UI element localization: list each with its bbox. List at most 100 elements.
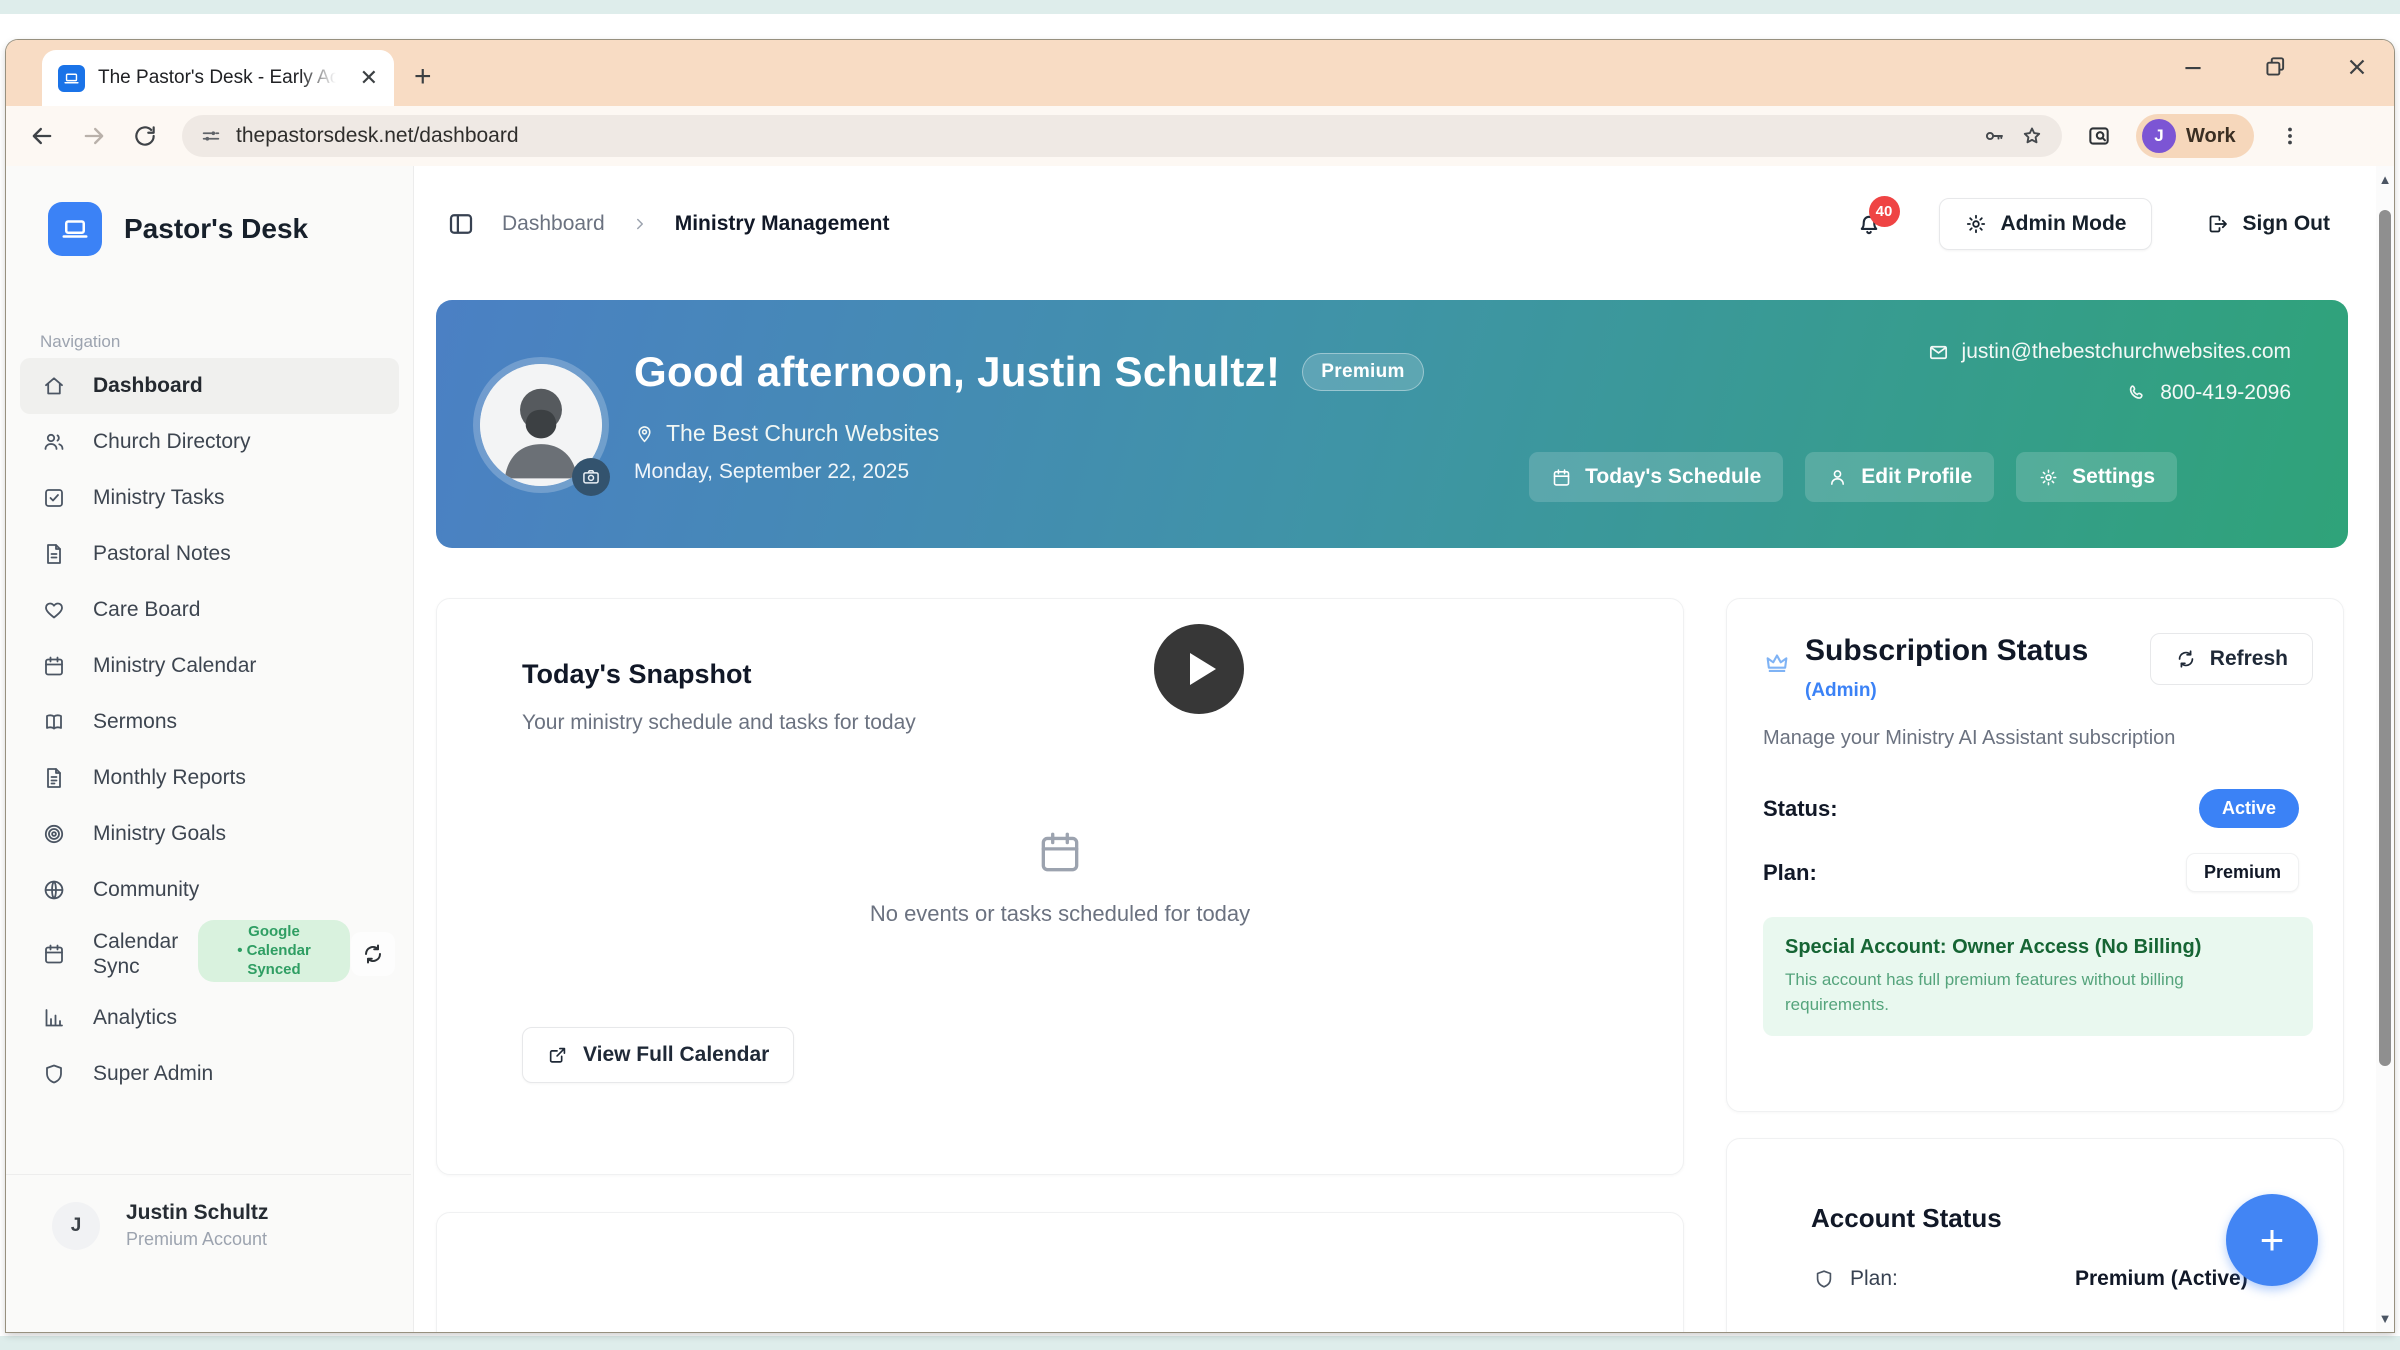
desktop-strip-top — [0, 0, 2400, 14]
user-plan: Premium Account — [126, 1229, 268, 1250]
browser-window: The Pastor's Desk - Early Acces ✕ + thep… — [6, 40, 2394, 1332]
sidebar-nav: Dashboard Church Directory Ministry Task… — [20, 358, 399, 1102]
desktop-strip-bottom — [0, 1336, 2400, 1350]
add-fab-button[interactable]: + — [2226, 1194, 2318, 1286]
notifications-button[interactable]: 40 — [1855, 210, 1883, 238]
todays-snapshot-card: Today's Snapshot Your ministry schedule … — [436, 598, 1684, 1175]
sync-refresh-icon[interactable] — [351, 932, 395, 976]
app-logo: Pastor's Desk — [48, 202, 308, 256]
todays-schedule-button[interactable]: Today's Schedule — [1529, 452, 1783, 502]
user-name: Justin Schultz — [126, 1201, 268, 1225]
special-account-body: This account has full premium features w… — [1785, 968, 2245, 1017]
crown-icon — [1763, 649, 1791, 705]
window-close-button[interactable] — [2344, 54, 2370, 80]
user-email[interactable]: justin@thebestchurchwebsites.com — [1962, 340, 2291, 364]
shield-small-icon — [1813, 1268, 1835, 1290]
bookmark-star-icon[interactable] — [2020, 124, 2044, 148]
window-restore-button[interactable] — [2262, 54, 2288, 80]
refresh-button[interactable]: Refresh — [2150, 633, 2313, 685]
reload-button[interactable] — [132, 123, 158, 149]
sign-out-button[interactable]: Sign Out — [2206, 212, 2331, 236]
heart-icon — [42, 598, 66, 622]
calendar-sync-icon — [42, 942, 66, 966]
admin-mode-button[interactable]: Admin Mode — [1939, 198, 2152, 250]
sidebar-item-calendar-sync[interactable]: Calendar Sync Google • Calendar Synced — [20, 918, 399, 990]
snapshot-subtitle: Your ministry schedule and tasks for tod… — [522, 711, 916, 735]
current-date: Monday, September 22, 2025 — [634, 460, 909, 484]
sidebar-item-analytics[interactable]: Analytics — [20, 990, 399, 1046]
sidebar-item-care-board[interactable]: Care Board — [20, 582, 399, 638]
account-plan-value: Premium (Active) — [2075, 1267, 2248, 1291]
account-status-title: Account Status — [1811, 1203, 2002, 1234]
scrollbar-thumb[interactable] — [2379, 210, 2391, 1066]
check-square-icon — [42, 486, 66, 510]
sidebar-item-monthly-reports[interactable]: Monthly Reports — [20, 750, 399, 806]
search-tabs-icon[interactable] — [2086, 123, 2112, 149]
empty-message: No events or tasks scheduled for today — [437, 901, 1683, 927]
scrollbar-down-arrow[interactable]: ▼ — [2376, 1311, 2394, 1326]
empty-calendar-icon — [1035, 827, 1085, 877]
sidebar-item-community[interactable]: Community — [20, 862, 399, 918]
sidebar-item-ministry-goals[interactable]: Ministry Goals — [20, 806, 399, 862]
gear-icon — [2038, 467, 2059, 488]
nav-section-label: Navigation — [40, 332, 120, 352]
special-account-title: Special Account: Owner Access (No Billin… — [1785, 936, 2291, 959]
scrollbar-up-arrow[interactable]: ▲ — [2376, 172, 2394, 187]
snapshot-title: Today's Snapshot — [522, 659, 751, 690]
view-full-calendar-button[interactable]: View Full Calendar — [522, 1027, 794, 1083]
book-open-icon — [42, 710, 66, 734]
tab-close-icon[interactable]: ✕ — [360, 67, 378, 89]
video-play-button[interactable] — [1154, 624, 1244, 714]
window-minimize-button[interactable] — [2180, 54, 2206, 80]
browser-menu-icon[interactable] — [2278, 124, 2302, 148]
sidebar-item-ministry-calendar[interactable]: Ministry Calendar — [20, 638, 399, 694]
browser-tab[interactable]: The Pastor's Desk - Early Acces ✕ — [42, 50, 394, 106]
sidebar-item-sermons[interactable]: Sermons — [20, 694, 399, 750]
play-icon — [1190, 653, 1216, 685]
account-plan-label: Plan: — [1850, 1267, 1898, 1291]
user-avatar: J — [52, 1202, 100, 1250]
home-icon — [42, 374, 66, 398]
breadcrumb-parent[interactable]: Dashboard — [502, 212, 605, 236]
users-icon — [42, 430, 66, 454]
user-phone[interactable]: 800-419-2096 — [2160, 381, 2291, 405]
edit-profile-button[interactable]: Edit Profile — [1805, 452, 1994, 502]
page-scrollbar[interactable]: ▲ ▼ — [2376, 166, 2394, 1332]
profile-avatar: J — [2142, 119, 2176, 153]
church-name: The Best Church Websites — [666, 420, 939, 447]
person-icon — [1827, 467, 1848, 488]
report-file-icon — [42, 766, 66, 790]
settings-button[interactable]: Settings — [2016, 452, 2177, 502]
camera-icon[interactable] — [572, 458, 610, 496]
greeting-text: Good afternoon, Justin Schultz! — [634, 348, 1280, 396]
address-bar[interactable]: thepastorsdesk.net/dashboard — [182, 115, 2062, 157]
plan-badge: Premium — [2186, 853, 2299, 892]
snapshot-empty-state: No events or tasks scheduled for today — [437, 827, 1683, 927]
subscription-status-card: Subscription Status (Admin) Refresh Mana… — [1726, 598, 2344, 1112]
main-content: Dashboard Ministry Management 40 Admin M… — [414, 166, 2394, 1332]
back-button[interactable] — [28, 122, 56, 150]
greeting-banner: Good afternoon, Justin Schultz! Premium … — [436, 300, 2348, 548]
browser-profile-chip[interactable]: J Work — [2136, 114, 2254, 158]
password-key-icon[interactable] — [1982, 124, 2006, 148]
url-text[interactable]: thepastorsdesk.net/dashboard — [236, 124, 1968, 148]
forward-button[interactable] — [80, 122, 108, 150]
sign-out-icon — [2206, 212, 2230, 236]
new-tab-button[interactable]: + — [414, 62, 432, 92]
sidebar-toggle-icon[interactable] — [446, 209, 476, 239]
sidebar: Pastor's Desk Navigation Dashboard Churc… — [6, 166, 414, 1332]
sidebar-user[interactable]: J Justin Schultz Premium Account — [6, 1174, 411, 1250]
notification-count-badge: 40 — [1869, 196, 1900, 227]
premium-badge: Premium — [1302, 353, 1423, 391]
sidebar-item-pastoral-notes[interactable]: Pastoral Notes — [20, 526, 399, 582]
special-account-notice: Special Account: Owner Access (No Billin… — [1763, 917, 2313, 1036]
browser-tab-bar: The Pastor's Desk - Early Acces ✕ + — [6, 40, 2394, 106]
sidebar-item-church-directory[interactable]: Church Directory — [20, 414, 399, 470]
sidebar-item-super-admin[interactable]: Super Admin — [20, 1046, 399, 1102]
subscription-subtitle: Manage your Ministry AI Assistant subscr… — [1763, 727, 2175, 750]
bar-chart-icon — [42, 1006, 66, 1030]
sidebar-item-dashboard[interactable]: Dashboard — [20, 358, 399, 414]
tune-icon[interactable] — [200, 125, 222, 147]
location-pin-icon — [634, 423, 655, 444]
sidebar-item-ministry-tasks[interactable]: Ministry Tasks — [20, 470, 399, 526]
